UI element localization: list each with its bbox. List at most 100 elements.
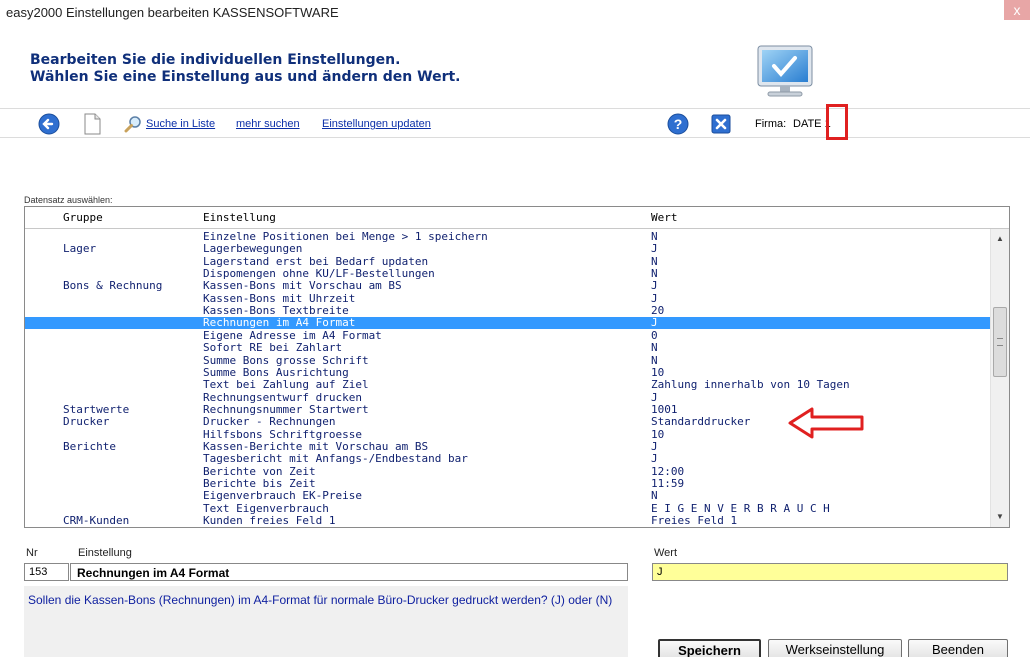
- svg-text:?: ?: [674, 116, 683, 132]
- list-caption: Datensatz auswählen:: [24, 195, 113, 205]
- cell-einstellung: Tagesbericht mit Anfangs-/Endbestand bar: [203, 452, 468, 466]
- table-row[interactable]: Tagesbericht mit Anfangs-/Endbestand bar…: [25, 453, 990, 465]
- table-row[interactable]: Lagerstand erst bei Bedarf updaten N: [25, 254, 990, 268]
- header-line-1: Bearbeiten Sie die individuellen Einstel…: [30, 52, 401, 68]
- cell-einstellung: Sofort RE bei Zahlart: [203, 341, 343, 355]
- scroll-up-icon[interactable]: ▲: [991, 231, 1009, 247]
- cell-wert: J: [651, 390, 658, 404]
- wert-input[interactable]: J: [652, 563, 1008, 581]
- table-row[interactable]: CRM-Kunden Kunden freies Feld 1 Freies Fel…: [25, 515, 990, 527]
- annotation-arrow-icon: [788, 407, 864, 439]
- einstellung-label: Einstellung: [78, 547, 132, 559]
- cell-wert: 1001: [651, 402, 678, 416]
- settings-list[interactable]: Gruppe Einstellung Wert Einzelne Positio…: [24, 206, 1010, 528]
- table-row[interactable]: Rechnungen im A4 Format J: [25, 316, 990, 330]
- close-x-icon[interactable]: [710, 113, 732, 135]
- cell-einstellung: Lagerstand erst bei Bedarf updaten: [203, 254, 429, 268]
- cell-gruppe: Berichte: [63, 439, 116, 453]
- table-row[interactable]: Text Eigenverbrauch E I G E N V E R B R A…: [25, 501, 990, 515]
- cell-einstellung: Berichte von Zeit: [203, 464, 316, 478]
- list-rows: Einzelne Positionen bei Menge > 1 speich…: [25, 231, 990, 527]
- cell-wert: 20: [651, 304, 665, 318]
- back-arrow-icon[interactable]: [38, 113, 60, 135]
- table-row[interactable]: Lager Lagerbewegungen J: [25, 243, 990, 255]
- vertical-scrollbar[interactable]: ▲ ▼: [990, 229, 1009, 527]
- toolbar: Suche in Liste mehr suchen Einstellungen…: [0, 108, 1030, 138]
- monitor-check-icon: [757, 45, 813, 97]
- nr-field: 153: [24, 563, 69, 581]
- cell-einstellung: Dispomengen ohne KU/LF-Bestellungen: [203, 267, 435, 281]
- cell-wert: 10: [651, 427, 665, 441]
- table-row[interactable]: Kassen-Bons Textbreite 20: [25, 305, 990, 317]
- list-header: Gruppe Einstellung Wert: [25, 207, 1009, 229]
- cell-wert: E I G E N V E R B R A U C H: [651, 501, 830, 515]
- search-in-list-link[interactable]: Suche in Liste: [146, 118, 215, 130]
- cell-einstellung: Kassen-Bons Textbreite: [203, 304, 349, 318]
- help-text: Sollen die Kassen-Bons (Rechnungen) im A…: [24, 586, 628, 657]
- cell-einstellung: Lagerbewegungen: [203, 242, 303, 256]
- table-row[interactable]: Sofort RE bei Zahlart N: [25, 342, 990, 354]
- cell-einstellung: Drucker - Rechnungen: [203, 415, 336, 429]
- cell-einstellung: Rechnungsnummer Startwert: [203, 402, 369, 416]
- table-row[interactable]: Rechnungsentwurf drucken J: [25, 390, 990, 404]
- cell-wert: Freies Feld 1: [651, 514, 738, 527]
- cell-wert: N: [651, 353, 658, 367]
- cell-einstellung: Kassen-Berichte mit Vorschau am BS: [203, 439, 429, 453]
- table-row[interactable]: Dispomengen ohne KU/LF-Bestellungen N: [25, 268, 990, 280]
- more-search-link[interactable]: mehr suchen: [236, 118, 300, 130]
- table-row[interactable]: Berichte bis Zeit 11:59: [25, 478, 990, 490]
- factory-settings-button[interactable]: Werkseinstellung: [768, 639, 902, 657]
- column-header-einstellung[interactable]: Einstellung: [203, 211, 276, 224]
- table-row[interactable]: Bons & Rechnung Kassen-Bons mit Vorschau …: [25, 280, 990, 292]
- update-settings-link[interactable]: Einstellungen updaten: [322, 118, 431, 130]
- cell-wert: N: [651, 341, 658, 355]
- cell-einstellung: Kassen-Bons mit Uhrzeit: [203, 291, 356, 305]
- table-row[interactable]: Summe Bons Ausrichtung 10: [25, 366, 990, 379]
- firma-label: Firma:: [755, 118, 787, 130]
- table-row[interactable]: Eigenverbrauch EK-Preise N: [25, 490, 990, 502]
- einstellung-field: Rechnungen im A4 Format: [70, 563, 628, 581]
- cell-wert: 0: [651, 328, 658, 342]
- exit-button[interactable]: Beenden: [908, 639, 1008, 657]
- cell-wert: N: [651, 254, 658, 268]
- cell-wert: N: [651, 267, 658, 281]
- close-window-button[interactable]: x: [1004, 0, 1030, 20]
- new-document-icon[interactable]: [82, 113, 102, 135]
- annotation-highlight-box: [826, 104, 848, 140]
- cell-einstellung: Text Eigenverbrauch: [203, 501, 329, 515]
- table-row[interactable]: Text bei Zahlung auf Ziel Zahlung innerha…: [25, 379, 990, 391]
- cell-wert: 12:00: [651, 464, 685, 478]
- scroll-down-icon[interactable]: ▼: [991, 509, 1009, 525]
- scroll-thumb[interactable]: [993, 307, 1007, 377]
- window-title: easy2000 Einstellungen bearbeiten KASSEN…: [6, 5, 339, 20]
- cell-wert: 11:59: [651, 477, 685, 490]
- help-icon[interactable]: ?: [667, 113, 689, 135]
- cell-einstellung: Summe Bons grosse Schrift: [203, 353, 369, 367]
- header-line-2: Wählen Sie eine Einstellung aus und ände…: [30, 69, 461, 85]
- wert-label: Wert: [654, 547, 678, 559]
- table-row[interactable]: Kassen-Bons mit Uhrzeit J: [25, 291, 990, 305]
- cell-einstellung: Kassen-Bons mit Vorschau am BS: [203, 279, 402, 293]
- table-row[interactable]: Berichte von Zeit 12:00: [25, 464, 990, 478]
- cell-gruppe: Startwerte: [63, 402, 130, 416]
- cell-gruppe: CRM-Kunden: [63, 514, 130, 527]
- cell-einstellung: Einzelne Positionen bei Menge > 1 speich…: [203, 231, 488, 243]
- title-bar: easy2000 Einstellungen bearbeiten KASSEN…: [0, 0, 1030, 28]
- cell-einstellung: Rechnungen im A4 Format: [203, 316, 356, 330]
- cell-einstellung: Kunden freies Feld 1: [203, 514, 336, 527]
- column-header-wert[interactable]: Wert: [651, 211, 678, 224]
- cell-wert: N: [651, 489, 658, 503]
- cell-einstellung: Rechnungsentwurf drucken: [203, 390, 362, 404]
- column-header-gruppe[interactable]: Gruppe: [63, 211, 103, 224]
- cell-wert: J: [651, 291, 658, 305]
- cell-wert: J: [651, 316, 658, 330]
- cell-wert: Standarddrucker: [651, 415, 751, 429]
- table-row[interactable]: Eigene Adresse im A4 Format 0: [25, 328, 990, 342]
- table-row[interactable]: Einzelne Positionen bei Menge > 1 speich…: [25, 231, 990, 243]
- cell-wert: J: [651, 439, 658, 453]
- cell-gruppe: Drucker: [63, 415, 110, 429]
- search-icon[interactable]: [124, 115, 142, 133]
- table-row[interactable]: Summe Bons grosse Schrift N: [25, 353, 990, 367]
- save-button[interactable]: Speichern: [658, 639, 761, 657]
- cell-einstellung: Berichte bis Zeit: [203, 477, 316, 490]
